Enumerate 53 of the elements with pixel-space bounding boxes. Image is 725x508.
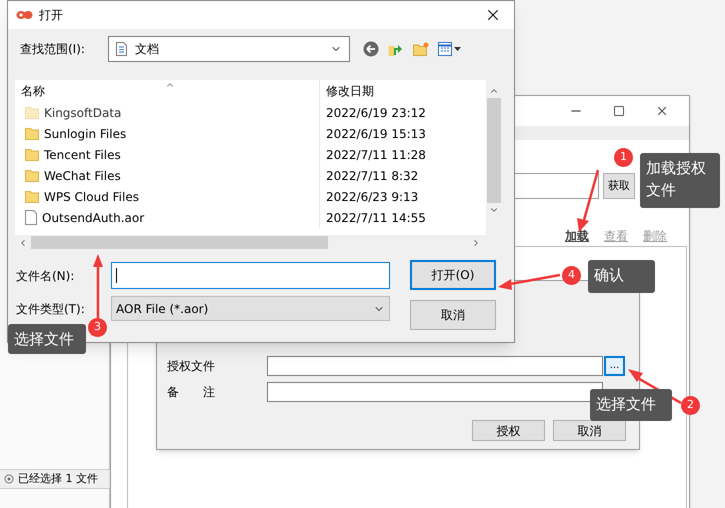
dialog-button[interactable]: 取消 xyxy=(553,420,626,441)
file-name[interactable]: Tencent Files xyxy=(44,146,121,164)
close-icon[interactable] xyxy=(655,104,669,118)
callout-tooltip: 加载授权文件 xyxy=(640,153,720,208)
modified-date: 2022/6/19 23:12 xyxy=(325,104,426,122)
modified-date: 2022/7/11 11:28 xyxy=(325,146,426,164)
status-text: 已经选择 1 文件 xyxy=(18,470,98,487)
modified-date: 2022/7/11 14:55 xyxy=(325,210,426,226)
folder-icon xyxy=(25,190,39,203)
view-menu-icon[interactable] xyxy=(438,42,462,56)
file-name[interactable]: Sunlogin Files xyxy=(44,124,126,142)
file-type-dropdown[interactable]: AOR File (*.aor) xyxy=(111,296,390,321)
folder-icon xyxy=(25,127,39,140)
dialog-button[interactable]: 取消 xyxy=(410,300,496,330)
modified-date: 2022/6/19 15:13 xyxy=(325,126,426,142)
back-icon[interactable] xyxy=(363,41,379,57)
look-in-value: 文档 xyxy=(135,41,159,58)
file-type-value: AOR File (*.aor) xyxy=(116,300,208,318)
toolbar-link[interactable]: 加载 xyxy=(565,227,589,245)
file-name[interactable]: KingsoftData xyxy=(44,104,122,122)
file-name[interactable]: WPS Cloud Files xyxy=(44,188,139,206)
column-header[interactable]: 名称 xyxy=(15,80,320,102)
arrow xyxy=(93,254,103,318)
document-icon xyxy=(116,42,127,56)
eye-icon xyxy=(4,474,14,484)
file-name-label: 文件名(N): xyxy=(16,268,76,284)
folder-icon xyxy=(25,106,39,119)
arrow xyxy=(498,274,560,290)
app-logo-icon xyxy=(16,10,33,20)
field-label: 授权文件 xyxy=(167,358,216,375)
browse-button[interactable]: ... xyxy=(604,356,625,376)
folder-icon xyxy=(25,169,39,182)
fetch-button[interactable]: 获取 xyxy=(603,173,635,199)
modified-date: 2022/6/23 9:13 xyxy=(325,188,418,206)
dialog-title: 打开 xyxy=(39,7,63,24)
modified-date: 2022/7/11 8:32 xyxy=(325,168,418,184)
maximize-icon[interactable] xyxy=(613,105,625,117)
look-in-label: 查找范围(I): xyxy=(20,41,86,58)
callout-tooltip: 确认 xyxy=(588,260,655,293)
callout-tooltip: 选择文件 xyxy=(590,389,672,421)
dialog-button[interactable]: 授权 xyxy=(472,420,545,441)
dialog-button[interactable]: 打开(O) xyxy=(410,260,496,290)
column-header[interactable]: 修改日期 xyxy=(320,80,374,102)
look-in-dropdown[interactable]: 文档 xyxy=(108,36,350,62)
file-name[interactable]: OutsendAuth.aor xyxy=(42,208,144,226)
file-name[interactable]: WeChat Files xyxy=(44,166,121,184)
callout-tooltip: 选择文件 xyxy=(8,324,86,354)
file-type-label: 文件类型(T): xyxy=(16,300,86,318)
file-icon xyxy=(25,210,37,225)
file-name-input[interactable] xyxy=(111,262,390,289)
folder-icon xyxy=(25,148,39,161)
field-label: 备 注 xyxy=(167,384,216,401)
input-field[interactable] xyxy=(267,356,603,376)
